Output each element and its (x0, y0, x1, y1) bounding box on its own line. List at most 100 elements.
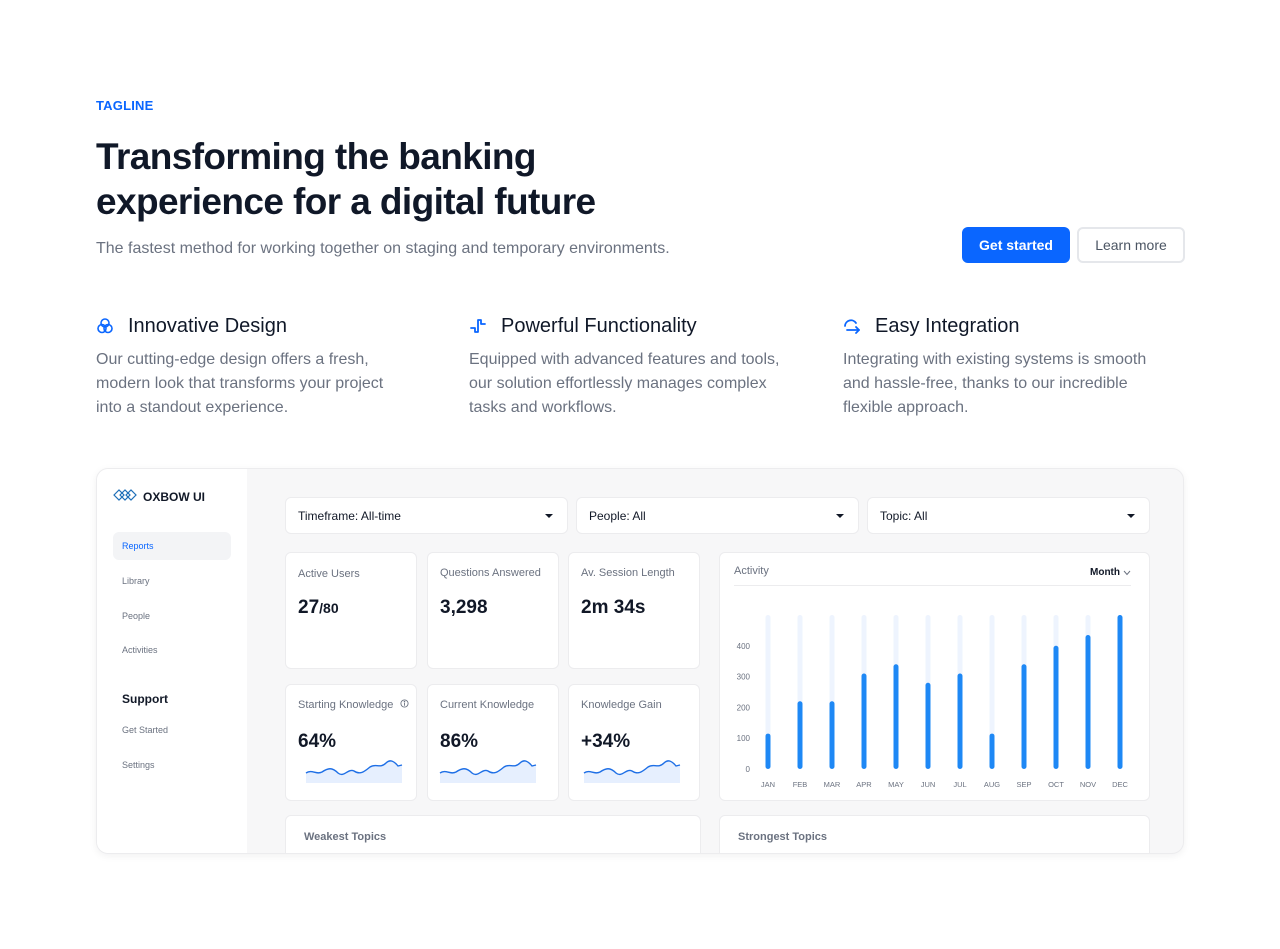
stat-card-active-users: Active Users 27/80 (285, 552, 417, 669)
x-tick-label: SEP (1016, 780, 1031, 789)
activity-title: Activity (734, 565, 769, 577)
weakest-topics-card: Weakest Topics (285, 815, 701, 853)
sidebar-item-reports[interactable]: Reports (113, 532, 231, 560)
x-tick-label: NOV (1080, 780, 1096, 789)
page-subtitle: The fastest method for working together … (96, 240, 670, 257)
feature-description-line: Our cutting-edge design offers a fresh, (96, 351, 369, 368)
sparkline-chart (439, 760, 537, 783)
y-tick-label: 0 (746, 765, 751, 774)
stat-card-knowledge-gain: Knowledge Gain +34% (568, 684, 700, 801)
chevron-down-icon (1127, 514, 1135, 518)
stat-value: 86% (440, 731, 479, 752)
stat-label: Av. Session Length (581, 567, 675, 579)
x-tick-label: MAR (824, 780, 841, 789)
arrow-loop-icon (843, 317, 861, 335)
circles-icon (96, 317, 114, 335)
bar-mar[interactable] (829, 701, 835, 769)
x-tick-label: MAY (888, 780, 904, 789)
sidebar-item-people[interactable]: People (113, 602, 231, 630)
x-tick-label: AUG (984, 780, 1000, 789)
topic-select-value: Topic: All (880, 508, 928, 523)
feature-description: Equipped with advanced features and tool… (469, 348, 809, 420)
pulse-step-icon (469, 317, 487, 335)
bar-jan[interactable] (765, 733, 771, 769)
sparkline-chart (583, 760, 681, 783)
x-tick-label: JAN (761, 780, 775, 789)
bar-may[interactable] (893, 664, 899, 769)
dashboard-sidebar: OXBOW UI Reports Library People Activiti… (97, 469, 247, 853)
oxbow-logo-icon (113, 487, 137, 506)
bar-dec[interactable] (1117, 615, 1123, 769)
people-select[interactable]: People: All (576, 497, 859, 534)
feature-description-line: modern look that transforms your project (96, 375, 384, 392)
feature-description-line: flexible approach. (843, 399, 969, 416)
topic-select[interactable]: Topic: All (867, 497, 1150, 534)
brand-logo[interactable]: OXBOW UI (113, 487, 205, 506)
bar-oct[interactable] (1053, 645, 1059, 769)
sidebar-item-library[interactable]: Library (113, 567, 231, 595)
stat-label: Knowledge Gain (581, 699, 662, 711)
x-tick-label: JUL (953, 780, 966, 789)
sidebar-item-get-started[interactable]: Get Started (113, 716, 231, 744)
x-tick-label: DEC (1112, 780, 1128, 789)
sidebar-item-settings[interactable]: Settings (113, 751, 231, 779)
strongest-topics-card: Strongest Topics (719, 815, 1150, 853)
feature-powerful-functionality: Powerful Functionality Equipped with adv… (469, 314, 809, 420)
stat-value: 2m 34s (581, 597, 646, 618)
stat-value-suffix: /80 (319, 600, 339, 616)
people-select-value: People: All (589, 508, 646, 523)
feature-title: Powerful Functionality (501, 314, 697, 337)
sparkline-chart (305, 760, 403, 783)
stat-card-questions-answered: Questions Answered 3,298 (427, 552, 559, 669)
feature-description: Integrating with existing systems is smo… (843, 348, 1183, 420)
info-icon[interactable] (400, 699, 410, 711)
bar-apr[interactable] (861, 673, 867, 769)
x-tick-label: JUN (921, 780, 936, 789)
feature-easy-integration: Easy Integration Integrating with existi… (843, 314, 1183, 420)
stat-value: +34% (581, 731, 631, 752)
y-tick-label: 100 (737, 734, 751, 743)
y-tick-label: 200 (737, 703, 751, 712)
stat-label: Current Knowledge (440, 699, 535, 711)
stat-value: 64% (298, 731, 337, 752)
feature-description-line: into a standout experience. (96, 399, 289, 416)
dashboard-preview: OXBOW UI Reports Library People Activiti… (96, 468, 1184, 854)
strongest-topics-title: Strongest Topics (738, 831, 828, 843)
activity-card: Activity Month 0 100 200 300 400 JAN FEB MAR APR… (719, 552, 1150, 801)
bar-jul[interactable] (957, 673, 963, 769)
period-select[interactable]: Month (1090, 567, 1131, 578)
stat-card-current-knowledge: Current Knowledge 86% (427, 684, 559, 801)
feature-innovative-design: Innovative Design Our cutting-edge desig… (96, 314, 436, 420)
learn-more-button[interactable]: Learn more (1077, 227, 1185, 263)
stat-value: 27/80 (298, 597, 339, 619)
x-tick-label: OCT (1048, 780, 1064, 789)
tagline: TAGLINE (96, 98, 154, 113)
bar-jun[interactable] (925, 682, 931, 769)
get-started-button[interactable]: Get started (962, 227, 1070, 263)
feature-description-line: Integrating with existing systems is smo… (843, 351, 1147, 368)
sidebar-item-activities[interactable]: Activities (113, 636, 231, 664)
bar-nov[interactable] (1085, 635, 1091, 769)
page-title: Transforming the banking experience for … (96, 134, 656, 224)
timeframe-select-value: Timeframe: All-time (298, 508, 401, 523)
feature-title: Innovative Design (128, 314, 287, 337)
feature-description-line: and hassle-free, thanks to our incredibl… (843, 375, 1128, 392)
bar-feb[interactable] (797, 701, 803, 769)
chevron-down-icon (1123, 570, 1131, 575)
feature-description-line: our solution effortlessly manages comple… (469, 375, 767, 392)
feature-description: Our cutting-edge design offers a fresh, … (96, 348, 436, 420)
chevron-down-icon (545, 514, 553, 518)
stat-card-session-length: Av. Session Length 2m 34s (568, 552, 700, 669)
feature-description-line: tasks and workflows. (469, 399, 617, 416)
page-title-line-2: experience for a digital future (96, 181, 596, 222)
support-heading: Support (122, 692, 168, 706)
weakest-topics-title: Weakest Topics (304, 831, 387, 843)
y-tick-label: 300 (737, 673, 751, 682)
stat-label: Active Users (298, 568, 360, 580)
bar-aug[interactable] (989, 733, 995, 769)
bar-sep[interactable] (1021, 664, 1027, 769)
feature-description-line: Equipped with advanced features and tool… (469, 351, 780, 368)
timeframe-select[interactable]: Timeframe: All-time (285, 497, 568, 534)
x-tick-label: APR (856, 780, 872, 789)
stat-card-starting-knowledge: Starting Knowledge 64% (285, 684, 417, 801)
